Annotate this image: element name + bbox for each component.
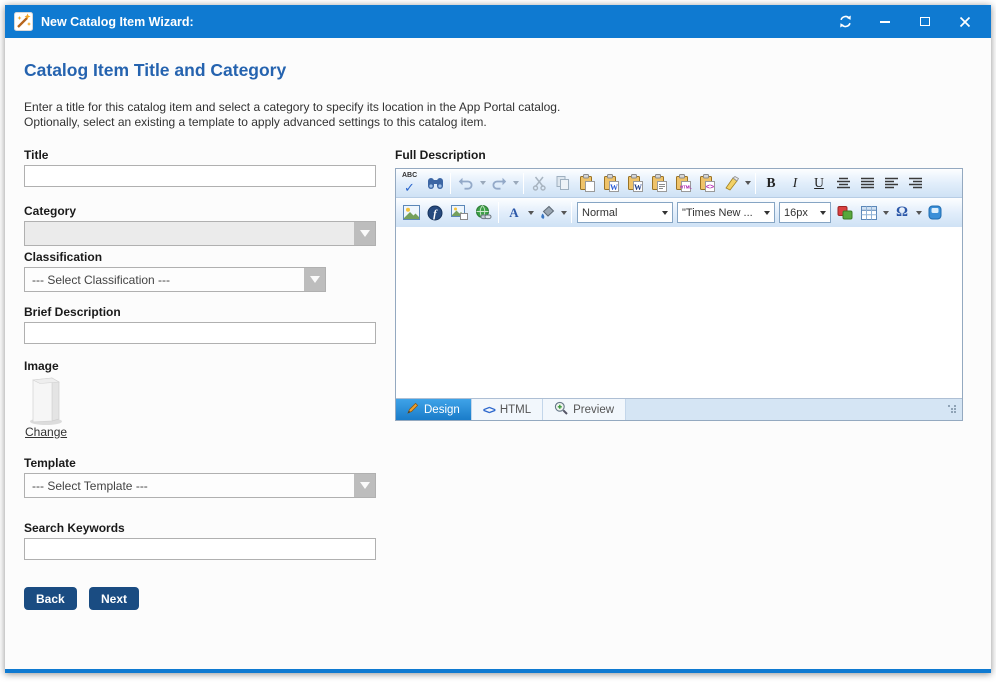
cut-icon[interactable] (528, 172, 550, 195)
special-characters-icon[interactable]: Ω (891, 201, 913, 224)
brief-description-label: Brief Description (24, 305, 121, 319)
classification-dropdown-arrow-icon[interactable] (304, 268, 325, 291)
paste-from-word-icon[interactable]: W (600, 172, 622, 195)
minimize-icon[interactable] (876, 13, 894, 31)
classification-label: Classification (24, 250, 102, 264)
full-description-label: Full Description (395, 148, 486, 162)
foreground-color-dropdown-icon[interactable] (526, 201, 535, 224)
undo-icon[interactable] (455, 172, 477, 195)
title-label: Title (24, 148, 48, 162)
svg-text:W: W (610, 183, 618, 192)
svg-text:<>: <> (706, 184, 714, 191)
rich-text-editor: ABC✓ (395, 168, 963, 421)
page-description: Enter a title for this catalog item and … (24, 100, 560, 130)
description-line-2: Optionally, select an existing a templat… (24, 115, 487, 129)
change-image-link[interactable]: Change (25, 425, 67, 439)
wizard-app-icon (14, 12, 33, 31)
editor-toolbar-row1: ABC✓ (396, 169, 962, 198)
flash-manager-icon[interactable]: f (424, 201, 446, 224)
editor-content[interactable] (396, 227, 962, 398)
tab-html-label: HTML (500, 404, 531, 416)
format-stripper-dropdown-icon[interactable] (743, 172, 752, 195)
paragraph-style-value: Normal (582, 207, 658, 219)
classification-value: --- Select Classification --- (25, 273, 304, 287)
underline-button[interactable]: U (808, 172, 830, 195)
paste-from-word-nofont-icon[interactable]: W (624, 172, 646, 195)
editor-mode-tabs: Design <> HTML Preview (396, 398, 962, 420)
search-keywords-input[interactable] (24, 538, 376, 560)
align-center-icon[interactable] (832, 172, 854, 195)
classification-dropdown[interactable]: --- Select Classification --- (24, 267, 326, 292)
paste-as-html-icon[interactable]: HTML (672, 172, 694, 195)
catalog-item-image (26, 374, 68, 431)
maximize-icon[interactable] (916, 13, 934, 31)
background-color-dropdown-icon[interactable] (559, 201, 568, 224)
copy-icon[interactable] (552, 172, 574, 195)
redo-icon[interactable] (488, 172, 510, 195)
paste-icon[interactable] (576, 172, 598, 195)
tab-design[interactable]: Design (396, 399, 472, 420)
resize-grip[interactable] (948, 405, 957, 414)
page-title: Catalog Item Title and Category (24, 60, 286, 81)
magnifier-icon (554, 401, 568, 418)
insert-table-icon[interactable] (858, 201, 880, 224)
bold-button[interactable]: B (760, 172, 782, 195)
template-dropdown-arrow-icon[interactable] (354, 474, 375, 497)
justify-icon[interactable] (856, 172, 878, 195)
category-label: Category (24, 204, 76, 218)
tab-preview-label: Preview (573, 404, 614, 416)
paste-plain-text-icon[interactable] (648, 172, 670, 195)
undo-dropdown-icon[interactable] (478, 172, 487, 195)
wizard-content: Catalog Item Title and Category Enter a … (5, 38, 991, 669)
media-manager-icon[interactable] (448, 201, 470, 224)
apply-css-class-icon[interactable] (834, 201, 856, 224)
format-stripper-icon[interactable] (720, 172, 742, 195)
italic-button[interactable]: I (784, 172, 806, 195)
font-name-select[interactable]: "Times New ... (677, 202, 775, 223)
wizard-window: New Catalog Item Wizard: Catalog Item Ti… (5, 5, 991, 673)
template-value: --- Select Template --- (25, 479, 354, 493)
category-dropdown-arrow-icon[interactable] (354, 222, 375, 245)
image-manager-icon[interactable] (400, 201, 422, 224)
category-dropdown[interactable] (24, 221, 376, 246)
paste-html-icon[interactable]: <> (696, 172, 718, 195)
title-bar: New Catalog Item Wizard: (5, 5, 991, 38)
snippet-icon[interactable] (924, 201, 946, 224)
special-characters-dropdown-icon[interactable] (914, 201, 923, 224)
svg-text:W: W (634, 183, 642, 192)
insert-table-dropdown-icon[interactable] (881, 201, 890, 224)
tab-preview[interactable]: Preview (543, 399, 626, 420)
description-line-1: Enter a title for this catalog item and … (24, 100, 560, 114)
template-dropdown[interactable]: --- Select Template --- (24, 473, 376, 498)
code-brackets-icon: <> (483, 403, 495, 417)
font-name-value: "Times New ... (682, 207, 760, 219)
align-right-icon[interactable] (904, 172, 926, 195)
background-color-icon[interactable] (536, 201, 558, 224)
tab-html[interactable]: <> HTML (472, 399, 543, 420)
search-keywords-label: Search Keywords (24, 521, 125, 535)
close-icon[interactable] (956, 13, 974, 31)
align-left-icon[interactable] (880, 172, 902, 195)
refresh-icon[interactable] (836, 13, 854, 31)
window-controls (836, 13, 974, 31)
find-and-replace-icon[interactable] (424, 172, 446, 195)
spellcheck-icon[interactable]: ABC✓ (400, 172, 422, 195)
font-size-select[interactable]: 16px (779, 202, 831, 223)
font-size-value: 16px (784, 207, 816, 219)
tab-design-label: Design (424, 404, 460, 416)
redo-dropdown-icon[interactable] (511, 172, 520, 195)
editor-toolbar-row2: f (396, 198, 962, 227)
window-title: New Catalog Item Wizard: (41, 15, 194, 29)
svg-text:HTML: HTML (680, 185, 692, 190)
title-input[interactable] (24, 165, 376, 187)
foreground-color-icon[interactable]: A (503, 201, 525, 224)
image-label: Image (24, 359, 59, 373)
template-label: Template (24, 456, 76, 470)
back-button[interactable]: Back (24, 587, 77, 610)
brief-description-input[interactable] (24, 322, 376, 344)
hyperlink-manager-icon[interactable] (472, 201, 494, 224)
pencil-icon (407, 402, 419, 417)
next-button[interactable]: Next (89, 587, 139, 610)
paragraph-style-select[interactable]: Normal (577, 202, 673, 223)
